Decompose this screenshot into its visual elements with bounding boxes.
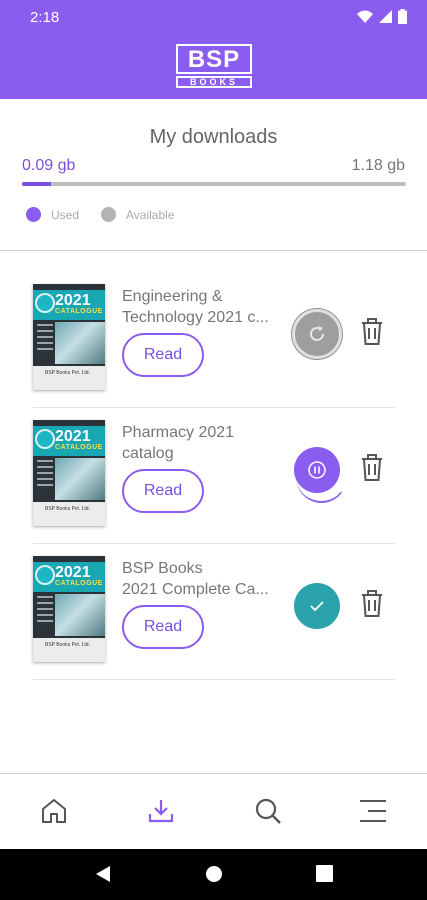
delete-icon[interactable] — [359, 452, 385, 482]
row-divider — [33, 679, 395, 680]
download-item: 2021 CATALOGUE BSP Books Pvt. Ltd. Engin… — [33, 272, 395, 408]
cover-publisher: BSP Books Pvt. Ltd. — [45, 642, 90, 648]
download-item: 2021 CATALOGUE BSP Books Pvt. Ltd. Pharm… — [33, 408, 395, 544]
status-icons — [357, 9, 407, 24]
cover-badge — [35, 565, 55, 585]
pause-download-button[interactable] — [294, 447, 347, 503]
book-title-line1: Pharmacy 2021 — [122, 424, 235, 441]
total-storage-value: 1.18 gb — [351, 157, 405, 174]
download-icon[interactable] — [146, 796, 176, 826]
pause-icon — [308, 461, 326, 479]
cover-image — [55, 594, 105, 636]
book-title-line1: BSP Books — [122, 560, 203, 577]
section-divider — [0, 250, 427, 251]
used-legend-dot — [26, 207, 41, 222]
cover-label: CATALOGUE — [55, 580, 103, 587]
system-navigation-bar — [0, 849, 427, 900]
book-title-line2: Technology 2021 c... — [122, 309, 269, 326]
cover-image — [55, 322, 105, 364]
read-button[interactable]: Read — [122, 469, 204, 513]
recents-icon[interactable] — [316, 865, 333, 882]
book-title: Pharmacy 2021 catalog — [122, 422, 282, 464]
cover-label: CATALOGUE — [55, 308, 103, 315]
book-title-line1: Engineering & — [122, 288, 223, 305]
read-button[interactable]: Read — [122, 605, 204, 649]
delete-icon[interactable] — [359, 588, 385, 618]
back-icon[interactable] — [94, 865, 112, 883]
menu-icon[interactable] — [358, 796, 388, 826]
refresh-icon — [310, 326, 324, 341]
cover-label: CATALOGUE — [55, 444, 103, 451]
home-icon[interactable] — [39, 796, 69, 826]
book-title: Engineering & Technology 2021 c... — [122, 286, 282, 328]
delete-icon[interactable] — [359, 316, 385, 346]
read-button[interactable]: Read — [122, 333, 204, 377]
book-cover[interactable]: 2021 CATALOGUE BSP Books Pvt. Ltd. — [33, 556, 105, 662]
cover-image — [55, 458, 105, 500]
cover-badge — [35, 293, 55, 313]
book-cover[interactable]: 2021 CATALOGUE BSP Books Pvt. Ltd. — [33, 284, 105, 390]
battery-icon — [398, 9, 407, 24]
available-legend-dot — [101, 207, 117, 222]
cover-badge — [35, 429, 55, 449]
used-storage-value: 0.09 gb — [22, 157, 76, 174]
wifi-icon — [357, 10, 373, 23]
book-title-line2: 2021 Complete Ca... — [122, 581, 269, 598]
available-legend-label: Available — [126, 207, 175, 222]
status-time: 2:18 — [30, 9, 60, 26]
status-bar: 2:18 — [0, 0, 427, 34]
home-button-icon[interactable] — [205, 865, 223, 883]
signal-icon — [379, 10, 392, 23]
cover-publisher: BSP Books Pvt. Ltd. — [45, 370, 90, 376]
book-title-line2: catalog — [122, 445, 174, 462]
bsp-books-logo: BSP BOOKS — [176, 44, 252, 88]
app-bar: BSP BOOKS — [0, 34, 427, 99]
cover-publisher: BSP Books Pvt. Ltd. — [45, 506, 90, 512]
book-title: BSP Books 2021 Complete Ca... — [122, 558, 282, 600]
logo-subtext: BOOKS — [176, 76, 252, 88]
checkmark-icon — [310, 601, 324, 612]
book-cover[interactable]: 2021 CATALOGUE BSP Books Pvt. Ltd. — [33, 420, 105, 526]
bottom-navigation — [0, 773, 427, 849]
page-title: My downloads — [149, 126, 278, 148]
used-legend-label: Used — [51, 207, 80, 222]
storage-progress-bar — [22, 182, 406, 186]
storage-progress-fill — [22, 182, 52, 186]
retry-download-button[interactable] — [292, 309, 342, 359]
storage-legend: Used Available — [26, 207, 197, 222]
logo-text: BSP — [176, 44, 252, 74]
search-icon[interactable] — [253, 796, 283, 826]
download-complete-indicator — [294, 583, 340, 629]
download-item: 2021 CATALOGUE BSP Books Pvt. Ltd. BSP B… — [33, 544, 395, 680]
